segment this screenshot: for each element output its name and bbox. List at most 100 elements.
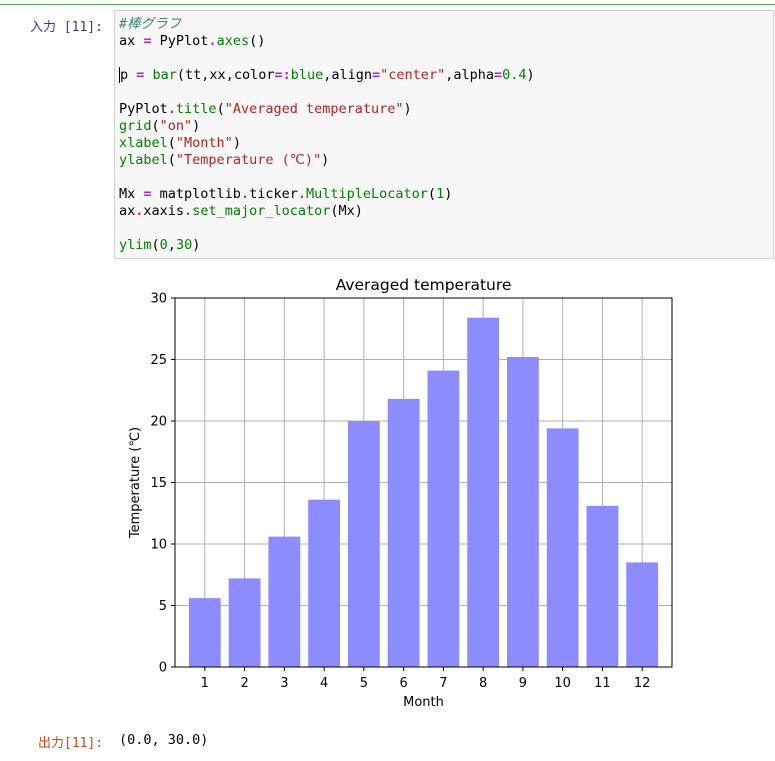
code-token: () bbox=[249, 33, 266, 49]
code-function: MultipleLocator bbox=[306, 186, 428, 202]
x-tick-label: 12 bbox=[634, 676, 651, 691]
bar-chart: 1 2 3 4 5 6 7 8 9 10 11 12051015202530Averaged temp… bbox=[128, 276, 673, 710]
y-tick-label: 30 bbox=[150, 292, 167, 307]
code-comment: #棒グラフ bbox=[119, 16, 182, 32]
bar bbox=[506, 357, 539, 667]
x-tick-label: 5 bbox=[360, 676, 368, 691]
code-token: PyPlot bbox=[119, 101, 168, 117]
x-tick-label: 4 bbox=[320, 676, 328, 691]
code-function: set_major_locator bbox=[192, 203, 331, 219]
code-symbol: blue bbox=[290, 67, 324, 83]
x-tick-label: 8 bbox=[479, 676, 487, 691]
code-input-area[interactable]: #棒グラフ ax = PyPlot.axes() p = bar(tt,xx,c… bbox=[114, 10, 774, 259]
x-tick-label: 10 bbox=[554, 676, 571, 691]
code-string: "on" bbox=[159, 118, 193, 134]
x-axis-label: Month bbox=[403, 695, 444, 710]
x-tick-label: 9 bbox=[519, 676, 527, 691]
bar bbox=[228, 578, 261, 667]
code-function: title bbox=[175, 101, 217, 117]
code-token: ( bbox=[151, 118, 160, 134]
code-token: , bbox=[167, 237, 176, 253]
output-prompt: 出力[11]: bbox=[38, 736, 104, 751]
bar bbox=[427, 370, 460, 667]
y-tick-label: 25 bbox=[150, 353, 167, 368]
output-value: (0.0, 30.0) bbox=[119, 732, 209, 748]
code-token: matplotlib bbox=[151, 186, 241, 202]
code-operator: = bbox=[143, 186, 152, 202]
x-tick-label: 3 bbox=[280, 676, 288, 691]
code-function: ylabel bbox=[119, 152, 168, 168]
code-token: (tt,xx,color bbox=[176, 67, 275, 83]
code-token: ( bbox=[167, 135, 176, 151]
code-operator: = bbox=[128, 67, 145, 83]
code-token: PyPlot bbox=[151, 33, 209, 49]
code-token: ( bbox=[151, 237, 160, 253]
code-function: ylim bbox=[119, 237, 152, 253]
code-token: ( bbox=[216, 101, 225, 117]
code-operator: . bbox=[167, 101, 176, 117]
code-token: ,alpha bbox=[445, 67, 494, 83]
code-number: 30 bbox=[175, 237, 193, 253]
code-token: ( bbox=[427, 186, 437, 202]
text-cursor: p bbox=[119, 67, 129, 83]
y-tick-label: 0 bbox=[159, 661, 167, 676]
y-tick-label: 15 bbox=[150, 476, 167, 491]
bar bbox=[387, 398, 420, 667]
code-token: ) bbox=[192, 118, 201, 134]
code-token: ) bbox=[192, 237, 201, 253]
code-token: ticker bbox=[249, 186, 298, 202]
code-token: ,align bbox=[323, 67, 373, 83]
code-token: (Mx) bbox=[330, 203, 363, 219]
code-operator: =: bbox=[274, 67, 291, 83]
code-editor[interactable]: #棒グラフ ax = PyPlot.axes() p = bar(tt,xx,c… bbox=[119, 16, 535, 254]
code-operator: . bbox=[184, 203, 193, 219]
cell-top-border bbox=[0, 4, 775, 5]
code-operator: . bbox=[208, 33, 217, 49]
bar bbox=[188, 598, 221, 667]
bar bbox=[467, 317, 500, 667]
code-token: xaxis bbox=[143, 203, 185, 219]
input-prompt: 入力 [11]: bbox=[30, 20, 103, 35]
bar bbox=[626, 562, 659, 667]
code-token: ) bbox=[321, 152, 330, 168]
y-tick-label: 20 bbox=[150, 415, 167, 430]
code-string: "Averaged temperature" bbox=[224, 101, 404, 117]
code-string: "Month" bbox=[175, 135, 233, 151]
x-tick-label: 6 bbox=[399, 676, 407, 691]
code-token: ) bbox=[403, 101, 412, 117]
y-axis-label: Temperature (℃) bbox=[128, 427, 143, 539]
code-string: "center" bbox=[380, 67, 446, 83]
bar bbox=[546, 428, 579, 667]
y-tick-label: 5 bbox=[159, 599, 167, 614]
code-operator: = bbox=[493, 67, 503, 83]
x-tick-label: 2 bbox=[240, 676, 248, 691]
code-token: ax bbox=[119, 203, 136, 219]
code-operator: = bbox=[372, 67, 381, 83]
code-number: 0.4 bbox=[502, 67, 527, 83]
code-number: 1 bbox=[436, 186, 445, 202]
code-function: axes bbox=[216, 33, 250, 49]
code-token: ) bbox=[232, 135, 241, 151]
code-operator: . bbox=[297, 186, 306, 202]
code-token: Mx bbox=[119, 186, 144, 202]
bar bbox=[308, 499, 341, 667]
bar bbox=[347, 421, 380, 667]
x-tick-label: 7 bbox=[439, 676, 447, 691]
x-tick-label: 11 bbox=[594, 676, 611, 691]
code-function: bar bbox=[144, 67, 177, 83]
code-token: ) bbox=[526, 67, 535, 83]
bar bbox=[586, 505, 619, 667]
code-token: ) bbox=[444, 186, 453, 202]
code-token: ax bbox=[119, 33, 144, 49]
code-function: grid bbox=[119, 118, 152, 134]
code-operator: . bbox=[240, 186, 250, 202]
code-number: 0 bbox=[159, 237, 168, 253]
code-operator: = bbox=[143, 33, 152, 49]
chart-title: Averaged temperature bbox=[336, 276, 512, 294]
bar bbox=[268, 536, 301, 667]
code-function: xlabel bbox=[119, 135, 168, 151]
code-string: "Temperature (℃)" bbox=[175, 152, 322, 168]
y-tick-label: 10 bbox=[150, 538, 167, 553]
x-tick-label: 1 bbox=[201, 676, 209, 691]
code-token: ( bbox=[167, 152, 176, 168]
